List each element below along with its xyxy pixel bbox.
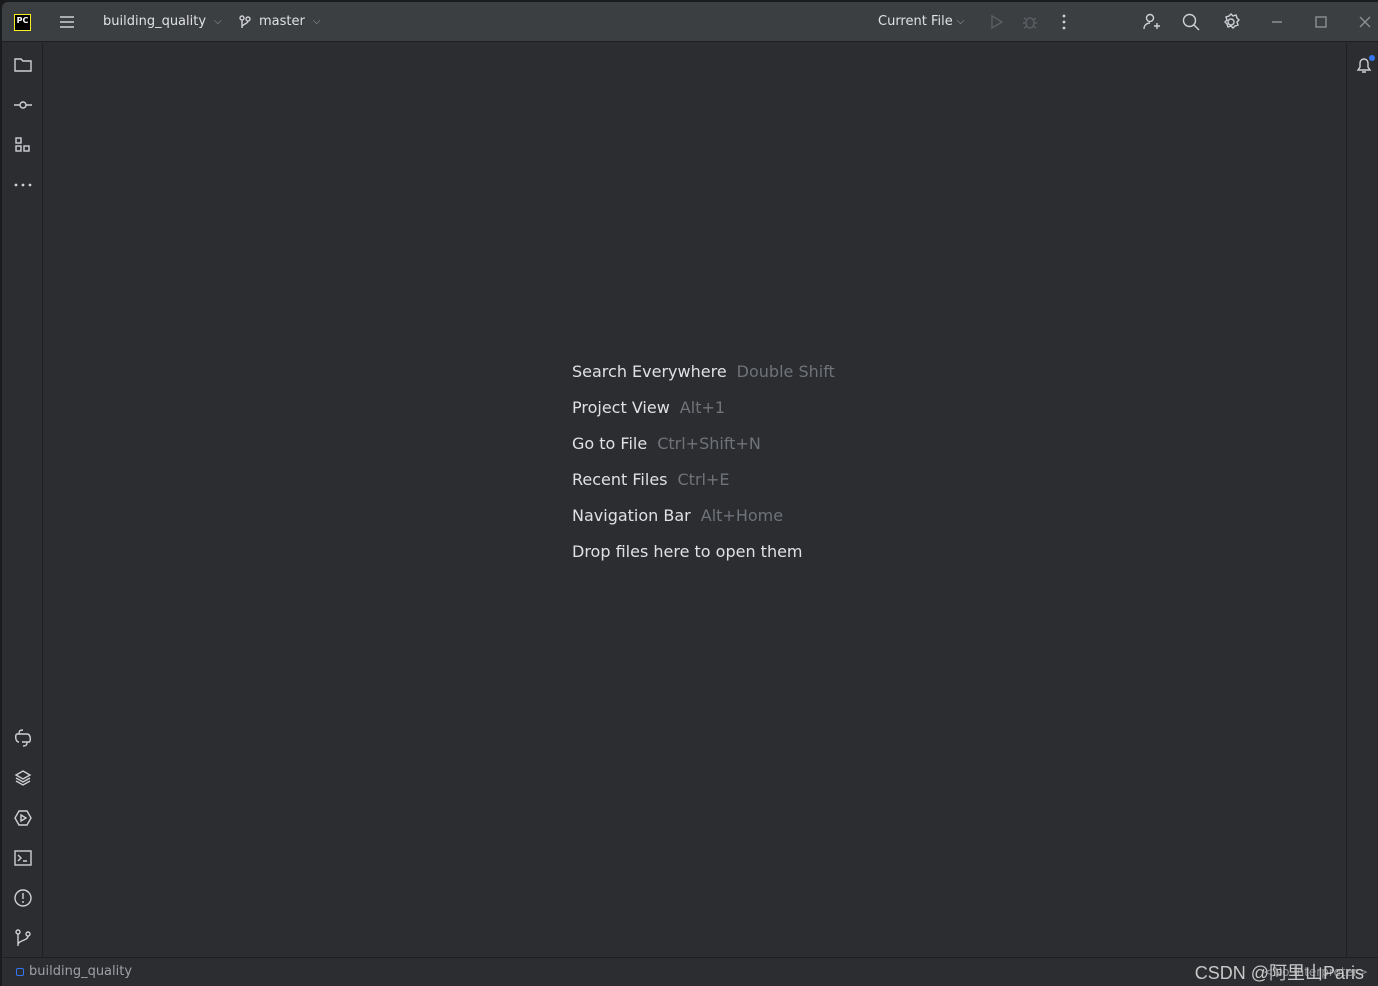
chevron-down-icon: ⌵ [214,16,222,27]
branch-selector[interactable]: master ⌵ [238,14,320,29]
terminal-icon[interactable] [12,847,34,869]
status-project[interactable]: building_quality [16,964,132,979]
hint-shortcut: Ctrl+E [677,470,730,489]
run-config-label: Current File [878,14,953,29]
empty-editor-hints: Search Everywhere Double Shift Project Vi… [572,354,835,570]
git-icon[interactable] [12,927,34,949]
notification-badge [1369,55,1375,61]
hint-go-to-file[interactable]: Go to File Ctrl+Shift+N [572,426,835,462]
run-icon[interactable] [987,13,1005,31]
python-console-icon[interactable] [12,727,34,749]
title-bar: PC building_quality ⌵ master ⌵ Current Fil… [2,2,1378,42]
more-actions-icon[interactable] [1055,13,1073,31]
problems-icon[interactable] [12,887,34,909]
hint-drop-files: Drop files here to open them [572,534,835,570]
hint-project-view[interactable]: Project View Alt+1 [572,390,835,426]
project-folder-icon[interactable] [12,54,34,76]
chevron-down-icon: ⌵ [956,16,965,27]
hint-shortcut: Alt+1 [679,398,726,417]
csdn-watermark: CSDN @阿里山Paris [1194,963,1364,983]
status-bar: building_quality <No interpreter> CSDN @… [2,957,1378,986]
left-tool-window-bar [2,43,43,957]
minimize-icon[interactable] [1268,13,1286,31]
hint-shortcut: Double Shift [736,362,835,381]
hint-navigation-bar[interactable]: Navigation Bar Alt+Home [572,498,835,534]
hint-label: Go to File [572,434,648,453]
debug-icon[interactable] [1021,13,1039,31]
right-tool-window-bar [1346,43,1378,957]
python-packages-icon[interactable] [12,767,34,789]
ide-window: PC building_quality ⌵ master ⌵ Current Fil… [2,2,1378,986]
hint-search-everywhere[interactable]: Search Everywhere Double Shift [572,354,835,390]
settings-gear-icon[interactable] [1221,12,1241,32]
hint-label: Drop files here to open them [572,542,803,561]
hint-label: Recent Files [572,470,668,489]
hint-label: Navigation Bar [572,506,691,525]
hint-recent-files[interactable]: Recent Files Ctrl+E [572,462,835,498]
run-config-selector[interactable]: Current File ⌵ [878,14,964,29]
pycharm-logo[interactable]: PC [14,14,31,31]
project-selector[interactable]: building_quality ⌵ [103,14,222,29]
close-icon[interactable] [1356,13,1374,31]
commit-icon[interactable] [12,94,34,116]
project-square-icon [16,967,24,976]
project-name: building_quality [103,14,207,29]
branch-name: master [259,14,305,29]
code-with-me-icon[interactable] [1141,12,1161,32]
chevron-down-icon: ⌵ [312,16,321,27]
hint-shortcut: Ctrl+Shift+N [657,434,761,453]
status-project-label: building_quality [29,964,133,979]
structure-icon[interactable] [12,134,34,156]
hint-shortcut: Alt+Home [700,506,784,525]
branch-icon [239,14,251,28]
main-menu-icon[interactable] [57,12,77,32]
hint-label: Search Everywhere [572,362,727,381]
notifications-bell-icon[interactable] [1353,54,1375,76]
search-icon[interactable] [1181,12,1201,32]
maximize-icon[interactable] [1312,13,1330,31]
hint-label: Project View [572,398,670,417]
services-icon[interactable] [12,807,34,829]
more-tool-windows-icon[interactable] [12,174,34,196]
